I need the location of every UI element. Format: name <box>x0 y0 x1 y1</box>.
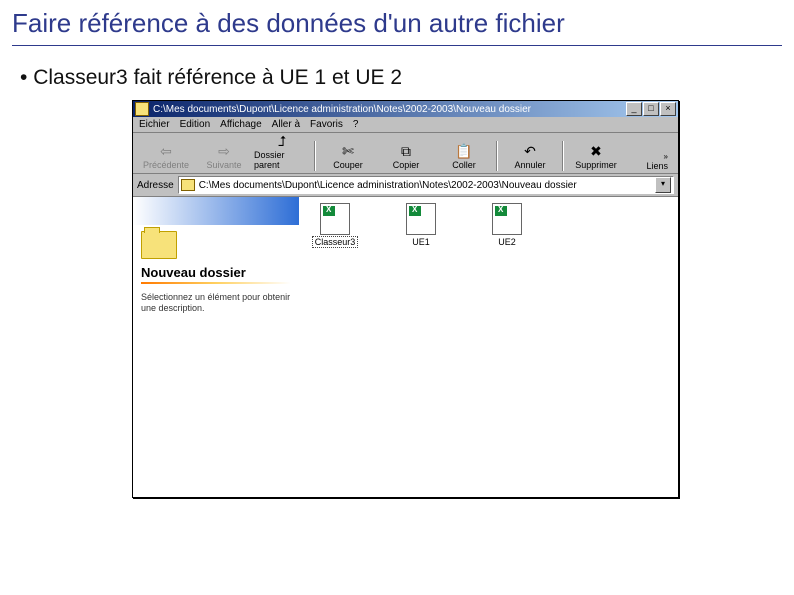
undo-label: Annuler <box>514 160 545 170</box>
excel-file-icon <box>320 203 350 235</box>
up-label: Dossier parent <box>254 150 310 170</box>
delete-label: Supprimer <box>575 160 617 170</box>
links-pane[interactable]: » Liens <box>646 152 674 171</box>
excel-file-icon <box>492 203 522 235</box>
menu-help[interactable]: ? <box>353 119 359 130</box>
links-label: Liens <box>646 161 668 171</box>
menu-goto[interactable]: Aller à <box>272 119 300 130</box>
panel-hint: Sélectionnez un élément pour obtenir une… <box>141 292 291 314</box>
address-path: C:\Mes documents\Dupont\Licence administ… <box>199 180 577 191</box>
titlebar[interactable]: C:\Mes documents\Dupont\Licence administ… <box>133 101 678 117</box>
file-ue1[interactable]: UE1 <box>391 203 451 247</box>
slide-title: Faire référence à des données d'un autre… <box>12 8 782 46</box>
address-bar: Adresse C:\Mes documents\Dupont\Licence … <box>133 174 678 197</box>
paste-button[interactable]: 📋 Coller <box>435 141 493 171</box>
menubar: Eichier Edition Affichage Aller à Favori… <box>133 117 678 133</box>
up-button[interactable]: ⮥ Dossier parent <box>253 131 311 171</box>
cut-button[interactable]: ✄ Couper <box>319 141 377 171</box>
maximize-button[interactable]: □ <box>643 102 659 116</box>
file-label: UE2 <box>496 237 518 247</box>
excel-file-icon <box>406 203 436 235</box>
side-panel: Nouveau dossier Sélectionnez un élément … <box>133 197 299 497</box>
address-dropdown-button[interactable]: ▾ <box>655 177 671 193</box>
address-label: Adresse <box>137 180 174 191</box>
address-input[interactable]: C:\Mes documents\Dupont\Licence administ… <box>178 176 674 194</box>
back-label: Précédente <box>143 160 189 170</box>
panel-banner <box>133 197 299 225</box>
up-folder-icon: ⮥ <box>272 132 292 150</box>
panel-divider <box>141 282 291 284</box>
forward-button[interactable]: ⇨ Suivante <box>195 141 253 171</box>
chevron-icon: » <box>646 152 668 161</box>
undo-icon: ↶ <box>520 142 540 160</box>
copy-button[interactable]: ⧉ Copier <box>377 141 435 171</box>
forward-label: Suivante <box>206 160 241 170</box>
copy-label: Copier <box>393 160 420 170</box>
folder-icon <box>181 179 195 191</box>
folder-big-icon <box>141 231 177 259</box>
file-classeur3[interactable]: Classeur3 <box>305 203 365 247</box>
copy-icon: ⧉ <box>396 142 416 160</box>
toolbar-separator <box>496 141 498 171</box>
file-label: Classeur3 <box>313 237 358 247</box>
file-label: UE1 <box>410 237 432 247</box>
explorer-window: C:\Mes documents\Dupont\Licence administ… <box>132 100 679 498</box>
scissors-icon: ✄ <box>338 142 358 160</box>
slide-bullet: Classeur3 fait référence à UE 1 et UE 2 <box>20 66 782 90</box>
delete-icon: ✖ <box>586 142 606 160</box>
menu-edit[interactable]: Edition <box>180 119 211 130</box>
cut-label: Couper <box>333 160 363 170</box>
undo-button[interactable]: ↶ Annuler <box>501 141 559 171</box>
minimize-button[interactable]: _ <box>626 102 642 116</box>
back-button[interactable]: ⇦ Précédente <box>137 141 195 171</box>
file-area[interactable]: Classeur3 UE1 UE2 <box>299 197 678 497</box>
delete-button[interactable]: ✖ Supprimer <box>567 141 625 171</box>
toolbar-separator <box>562 141 564 171</box>
menu-fav[interactable]: Favoris <box>310 119 343 130</box>
paste-label: Coller <box>452 160 476 170</box>
menu-view[interactable]: Affichage <box>220 119 262 130</box>
back-arrow-icon: ⇦ <box>156 142 176 160</box>
content-area: Nouveau dossier Sélectionnez un élément … <box>133 197 678 497</box>
toolbar: ⇦ Précédente ⇨ Suivante ⮥ Dossier parent… <box>133 133 678 174</box>
paste-icon: 📋 <box>454 142 474 160</box>
window-title: C:\Mes documents\Dupont\Licence administ… <box>153 104 626 115</box>
file-ue2[interactable]: UE2 <box>477 203 537 247</box>
folder-icon <box>135 102 149 116</box>
close-button[interactable]: × <box>660 102 676 116</box>
panel-heading: Nouveau dossier <box>141 265 291 280</box>
forward-arrow-icon: ⇨ <box>214 142 234 160</box>
menu-file[interactable]: Eichier <box>139 119 170 130</box>
toolbar-separator <box>314 141 316 171</box>
